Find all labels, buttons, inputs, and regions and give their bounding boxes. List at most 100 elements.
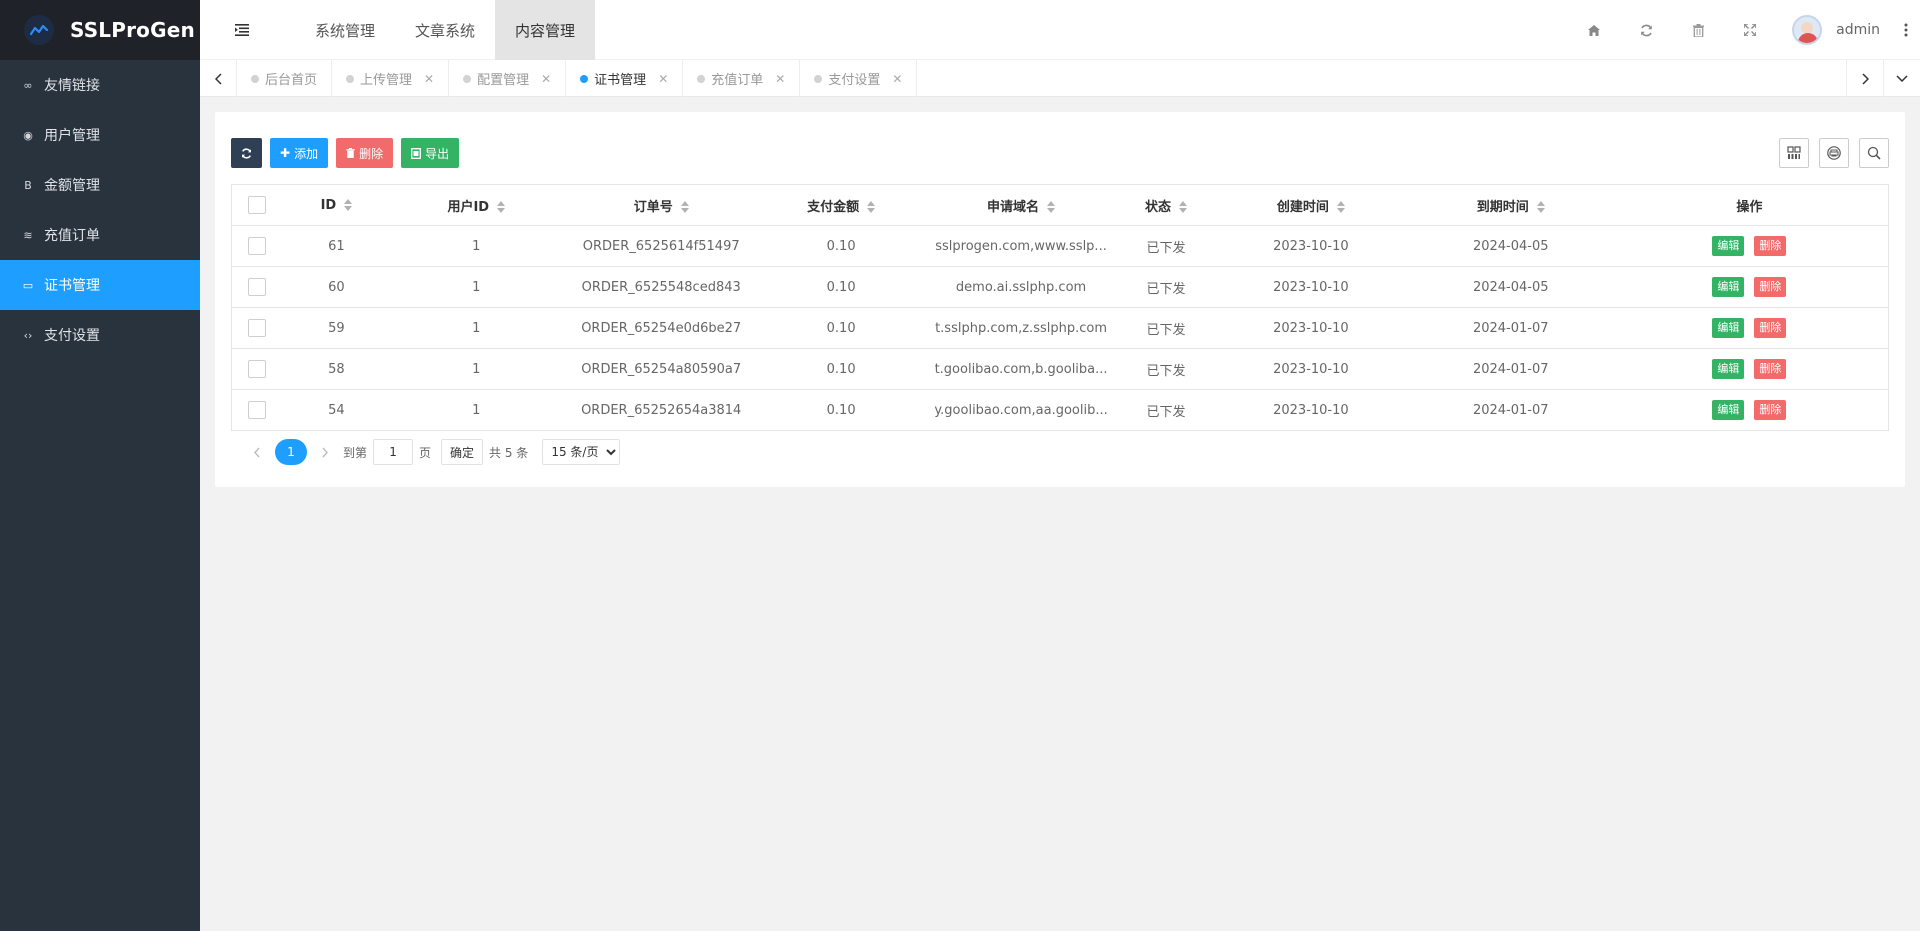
trash-icon	[346, 148, 355, 158]
close-icon[interactable]: ✕	[892, 72, 902, 86]
column-header-domain[interactable]: 申请域名	[921, 184, 1122, 226]
tab-label: 配置管理	[477, 73, 530, 88]
trash-icon[interactable]	[1672, 0, 1724, 60]
tab-certificates[interactable]: 证书管理 ✕	[566, 60, 684, 97]
row-checkbox[interactable]	[247, 278, 266, 296]
column-header-created[interactable]: 创建时间	[1210, 184, 1411, 226]
tab-config[interactable]: 配置管理 ✕	[449, 60, 567, 97]
sort-icon[interactable]	[867, 201, 876, 213]
select-all-checkbox[interactable]	[247, 196, 266, 214]
page-tabs: 后台首页 上传管理 ✕ 配置管理 ✕ 证书管理 ✕ 充值订单 ✕ 支付设置 ✕	[237, 60, 918, 97]
top-menu-content[interactable]: 内容管理	[495, 0, 596, 60]
column-header-amount[interactable]: 支付金额	[761, 184, 922, 226]
close-icon[interactable]: ✕	[424, 72, 434, 86]
cell-order-no: ORDER_6525548ced843	[561, 266, 762, 308]
chevron-right-icon[interactable]	[313, 439, 337, 465]
row-checkbox[interactable]	[247, 360, 266, 378]
columns-filter-button[interactable]	[1779, 138, 1809, 168]
row-delete-button[interactable]: 删除	[1754, 318, 1787, 338]
sidebar-item-links[interactable]: ∞ 友情链接	[0, 60, 200, 110]
close-icon[interactable]: ✕	[541, 72, 551, 86]
sort-icon[interactable]	[344, 199, 353, 211]
column-header-id[interactable]: ID	[281, 184, 392, 226]
cell-actions: 编辑 删除	[1610, 307, 1889, 349]
sidebar-item-label: 支付设置	[44, 328, 100, 344]
export-button[interactable]: 导出	[401, 138, 460, 168]
close-icon[interactable]: ✕	[658, 72, 668, 86]
tab-payment-settings[interactable]: 支付设置 ✕	[800, 60, 918, 97]
code-icon: ‹›	[23, 328, 33, 342]
tab-dot	[346, 74, 355, 83]
delete-button[interactable]: 删除	[336, 138, 394, 168]
chevron-down-icon[interactable]	[1883, 60, 1920, 97]
sort-icon[interactable]	[1047, 201, 1056, 213]
edit-button[interactable]: 编辑	[1712, 318, 1745, 338]
row-delete-button[interactable]: 删除	[1754, 277, 1787, 297]
refresh-icon[interactable]	[1620, 0, 1672, 60]
menu-toggle-icon[interactable]	[230, 18, 254, 42]
export-button-label: 导出	[425, 146, 450, 161]
user-menu[interactable]: admin	[1776, 0, 1892, 60]
cell-created: 2023-10-10	[1210, 225, 1411, 267]
chevron-left-icon[interactable]	[245, 439, 269, 465]
column-header-status[interactable]: 状态	[1121, 184, 1211, 226]
page-current[interactable]: 1	[275, 439, 307, 465]
delete-button-label: 删除	[359, 146, 384, 161]
edit-button[interactable]: 编辑	[1712, 277, 1745, 297]
sidebar-item-amount[interactable]: B 金额管理	[0, 160, 200, 210]
fullscreen-icon[interactable]	[1724, 0, 1776, 60]
sort-icon[interactable]	[497, 201, 506, 213]
more-vertical-icon[interactable]	[1892, 0, 1920, 60]
cell-expires: 2024-01-07	[1410, 348, 1611, 390]
goto-page-input[interactable]	[373, 439, 414, 465]
refresh-button[interactable]	[231, 138, 262, 168]
cell-amount: 0.10	[761, 266, 922, 308]
tab-dot	[580, 74, 589, 83]
cell-actions: 编辑 删除	[1610, 266, 1889, 308]
home-icon[interactable]	[1568, 0, 1620, 60]
table-row: 54 1 ORDER_65252654a3814 0.10 y.goolibao…	[231, 389, 1889, 431]
tab-upload[interactable]: 上传管理 ✕	[332, 60, 450, 97]
top-menu-system[interactable]: 系统管理	[295, 0, 395, 60]
sidebar-item-label: 证书管理	[44, 278, 100, 294]
cell-domain: y.goolibao.com,aa.goolib...	[921, 389, 1122, 431]
sort-icon[interactable]	[1536, 201, 1545, 213]
logo[interactable]: SSLProGen	[0, 0, 200, 60]
sidebar-item-payment-settings[interactable]: ‹› 支付设置	[0, 310, 200, 360]
row-delete-button[interactable]: 删除	[1754, 359, 1787, 379]
close-icon[interactable]: ✕	[775, 72, 785, 86]
top-menu-articles[interactable]: 文章系统	[395, 0, 495, 60]
add-button[interactable]: ✚ 添加	[270, 138, 329, 168]
search-button[interactable]	[1859, 138, 1889, 168]
chevron-left-icon[interactable]	[200, 60, 237, 97]
row-checkbox[interactable]	[247, 237, 266, 255]
cell-amount: 0.10	[761, 225, 922, 267]
edit-button[interactable]: 编辑	[1712, 400, 1745, 420]
row-delete-button[interactable]: 删除	[1754, 400, 1787, 420]
row-checkbox[interactable]	[247, 319, 266, 337]
row-checkbox[interactable]	[247, 401, 266, 419]
sort-icon[interactable]	[1336, 201, 1345, 213]
page-size-select[interactable]: 15 条/页	[542, 439, 621, 465]
row-delete-button[interactable]: 删除	[1754, 236, 1787, 256]
sort-icon[interactable]	[680, 201, 689, 213]
tab-recharge-orders[interactable]: 充值订单 ✕	[683, 60, 801, 97]
print-button[interactable]	[1819, 138, 1849, 168]
edit-button[interactable]: 编辑	[1712, 359, 1745, 379]
goto-confirm-button[interactable]: 确定	[441, 439, 484, 465]
cell-domain: t.goolibao.com,b.gooliba...	[921, 348, 1122, 390]
cell-id: 60	[281, 266, 392, 308]
cell-user-id: 1	[391, 348, 562, 390]
tab-dashboard[interactable]: 后台首页	[237, 60, 333, 97]
chevron-right-icon[interactable]	[1846, 60, 1883, 97]
sidebar-item-recharge-orders[interactable]: ≋ 充值订单	[0, 210, 200, 260]
sidebar: SSLProGen ∞ 友情链接 ◉ 用户管理 B 金额管理 ≋ 充值订单 ▭ …	[0, 0, 200, 931]
edit-button[interactable]: 编辑	[1712, 236, 1745, 256]
sidebar-item-label: 友情链接	[44, 78, 100, 94]
sidebar-item-certificates[interactable]: ▭ 证书管理	[0, 260, 200, 310]
sidebar-item-users[interactable]: ◉ 用户管理	[0, 110, 200, 160]
column-header-order-no[interactable]: 订单号	[561, 184, 762, 226]
column-header-user-id[interactable]: 用户ID	[391, 184, 562, 226]
column-header-expires[interactable]: 到期时间	[1410, 184, 1611, 226]
sort-icon[interactable]	[1179, 201, 1187, 213]
